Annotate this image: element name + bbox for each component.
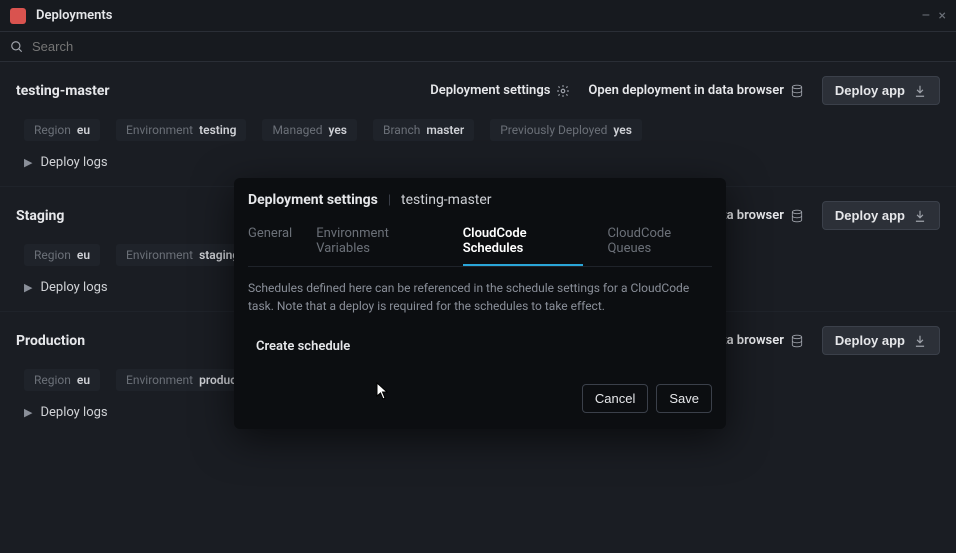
deploy-logs-label: Deploy logs (40, 280, 107, 295)
deploy-logs-label: Deploy logs (40, 405, 107, 420)
chevron-right-icon: ▶ (24, 406, 32, 419)
database-icon (790, 84, 804, 98)
tag-region: Regioneu (24, 244, 100, 266)
deployment-settings-link[interactable]: Deployment settings (430, 83, 570, 98)
titlebar: Deployments – × (0, 0, 956, 32)
database-icon (790, 334, 804, 348)
deployment-settings-modal: Deployment settings | testing-master Gen… (234, 178, 726, 429)
tag-region: Regioneu (24, 369, 100, 391)
app-icon (10, 8, 26, 24)
modal-header: Deployment settings | testing-master (248, 192, 712, 208)
tag-branch: Branchmaster (373, 119, 474, 141)
modal-tabs: General Environment Variables CloudCode … (248, 218, 712, 267)
download-icon (913, 334, 927, 348)
modal-subtitle: testing-master (401, 192, 492, 208)
tab-cloudcode-schedules[interactable]: CloudCode Schedules (463, 218, 584, 266)
tab-general[interactable]: General (248, 218, 292, 266)
download-icon (913, 84, 927, 98)
create-schedule-button[interactable]: Create schedule (248, 333, 358, 360)
section-actions: Deployment settings Open deployment in d… (430, 76, 940, 105)
gear-icon (556, 84, 570, 98)
section-title: testing-master (16, 83, 110, 99)
deploy-app-label: Deploy app (835, 208, 905, 223)
search-input[interactable] (32, 39, 946, 54)
download-icon (913, 209, 927, 223)
section-title: Production (16, 333, 85, 349)
tags-row: Regioneu Environmenttesting Managedyes B… (0, 109, 956, 147)
database-icon (790, 209, 804, 223)
open-data-browser-label: Open deployment in data browser (588, 83, 784, 98)
tag-region: Regioneu (24, 119, 100, 141)
page-title: Deployments (36, 8, 913, 23)
search-icon (10, 40, 24, 54)
deploy-app-button[interactable]: Deploy app (822, 76, 940, 105)
deploy-logs-label: Deploy logs (40, 155, 107, 170)
open-data-browser-link[interactable]: Open deployment in data browser (588, 83, 804, 98)
search-bar (0, 32, 956, 62)
modal-footer: Cancel Save (248, 384, 712, 413)
deploy-app-button[interactable]: Deploy app (822, 326, 940, 355)
chevron-right-icon: ▶ (24, 156, 32, 169)
tab-cloudcode-queues[interactable]: CloudCode Queues (607, 218, 712, 266)
tab-environment-variables[interactable]: Environment Variables (316, 218, 438, 266)
deploy-app-button[interactable]: Deploy app (822, 201, 940, 230)
close-icon[interactable]: × (939, 8, 946, 24)
deploy-app-label: Deploy app (835, 83, 905, 98)
tag-managed: Managedyes (262, 119, 357, 141)
tag-environment: Environmentstaging (116, 244, 249, 266)
modal-divider: | (388, 193, 391, 208)
modal-title: Deployment settings (248, 192, 378, 208)
section-title: Staging (16, 208, 64, 224)
minimize-icon[interactable]: – (921, 8, 930, 24)
tag-previously-deployed: Previously Deployedyes (490, 119, 642, 141)
deploy-app-label: Deploy app (835, 333, 905, 348)
chevron-right-icon: ▶ (24, 281, 32, 294)
cancel-button[interactable]: Cancel (582, 384, 648, 413)
section-header-testing-master: testing-master Deployment settings Open … (0, 62, 956, 109)
save-button[interactable]: Save (656, 384, 712, 413)
modal-description: Schedules defined here can be referenced… (248, 279, 712, 315)
tag-environment: Environmenttesting (116, 119, 246, 141)
deployment-settings-label: Deployment settings (430, 83, 550, 98)
